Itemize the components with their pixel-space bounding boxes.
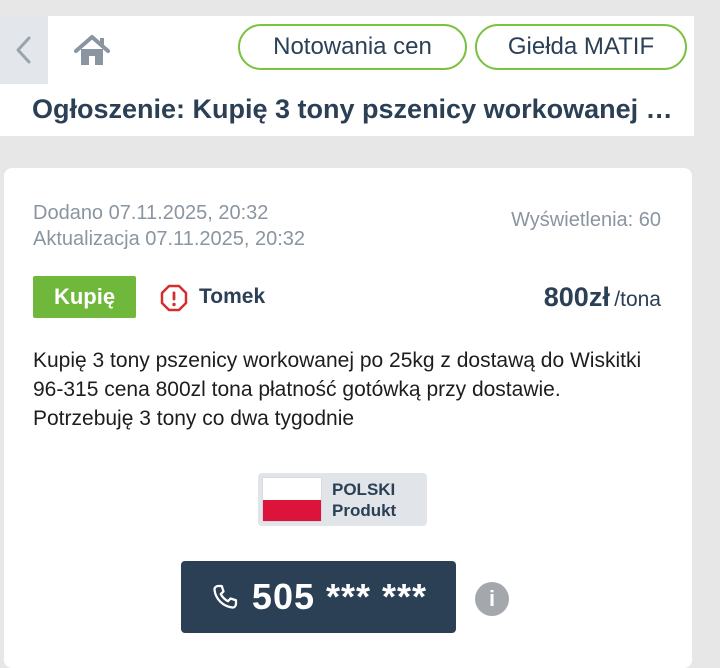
price: 800zł /tona — [544, 282, 661, 313]
listing-type-badge: Kupię — [33, 276, 136, 318]
author-name[interactable]: Tomek — [199, 285, 265, 309]
info-icon[interactable]: i — [475, 582, 509, 616]
added-date: Dodano 07.11.2025, 20:32 — [33, 202, 269, 224]
page-title: Ogłoszenie: Kupię 3 tony pszenicy workow… — [32, 94, 682, 124]
listing-card: Dodano 07.11.2025, 20:32 Aktualizacja 07… — [4, 168, 692, 668]
badge-line-2: Produkt — [332, 500, 397, 520]
price-quotes-button[interactable]: Notowania cen — [238, 24, 467, 70]
show-phone-button[interactable]: 505 *** *** — [181, 561, 456, 633]
chevron-left-icon — [16, 36, 31, 64]
poland-flag-icon — [263, 478, 321, 521]
back-button[interactable] — [0, 16, 48, 84]
matif-exchange-button[interactable]: Giełda MATIF — [475, 24, 687, 70]
view-count: Wyświetlenia: 60 — [511, 209, 661, 231]
polish-product-badge: POLSKI Produkt — [258, 473, 427, 526]
price-unit: /tona — [614, 288, 661, 311]
top-bar: Notowania cen Giełda MATIF Ogłoszenie: K… — [0, 16, 694, 136]
badge-line-1: POLSKI — [332, 479, 396, 499]
alert-octagon-icon[interactable] — [160, 284, 188, 312]
phone-number: 505 *** *** — [251, 576, 428, 617]
home-icon — [74, 35, 110, 65]
price-value: 800zł — [543, 282, 610, 312]
phone-icon — [213, 584, 238, 609]
home-button[interactable] — [70, 28, 114, 72]
updated-date: Aktualizacja 07.11.2025, 20:32 — [33, 228, 306, 250]
listing-description: Kupię 3 tony pszenicy workowanej po 25kg… — [33, 349, 642, 430]
